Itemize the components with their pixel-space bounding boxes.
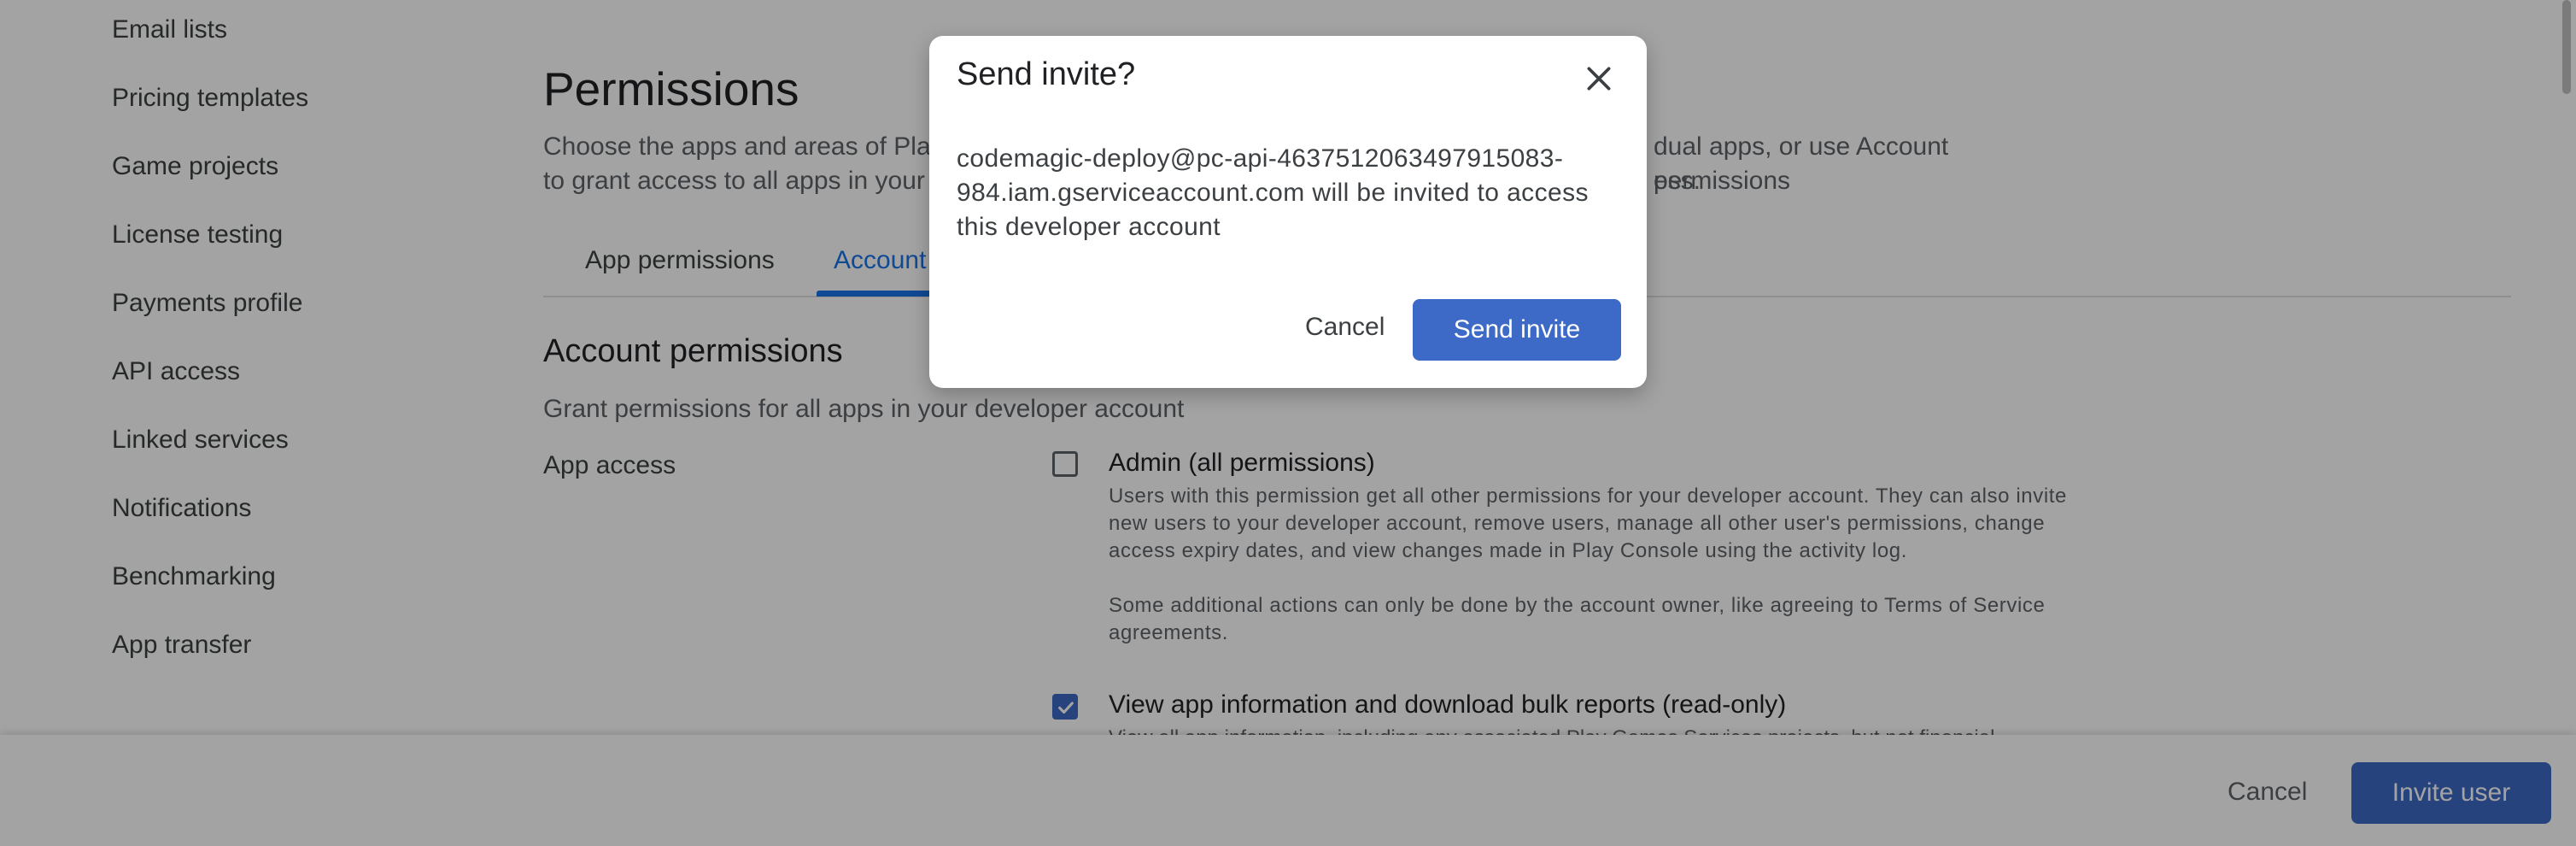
send-invite-button[interactable]: Send invite	[1413, 299, 1621, 361]
send-invite-dialog: Send invite? codemagic-deploy@pc-api-463…	[929, 36, 1647, 388]
dialog-title: Send invite?	[957, 56, 1136, 92]
close-icon-glyph	[1587, 67, 1611, 91]
close-icon[interactable]	[1582, 62, 1616, 96]
dialog-message: codemagic-deploy@pc-api-4637512063497915…	[957, 144, 1589, 241]
page: Email lists Pricing templates Game proje…	[0, 0, 2576, 846]
dialog-cancel-button[interactable]: Cancel	[1305, 313, 1385, 342]
